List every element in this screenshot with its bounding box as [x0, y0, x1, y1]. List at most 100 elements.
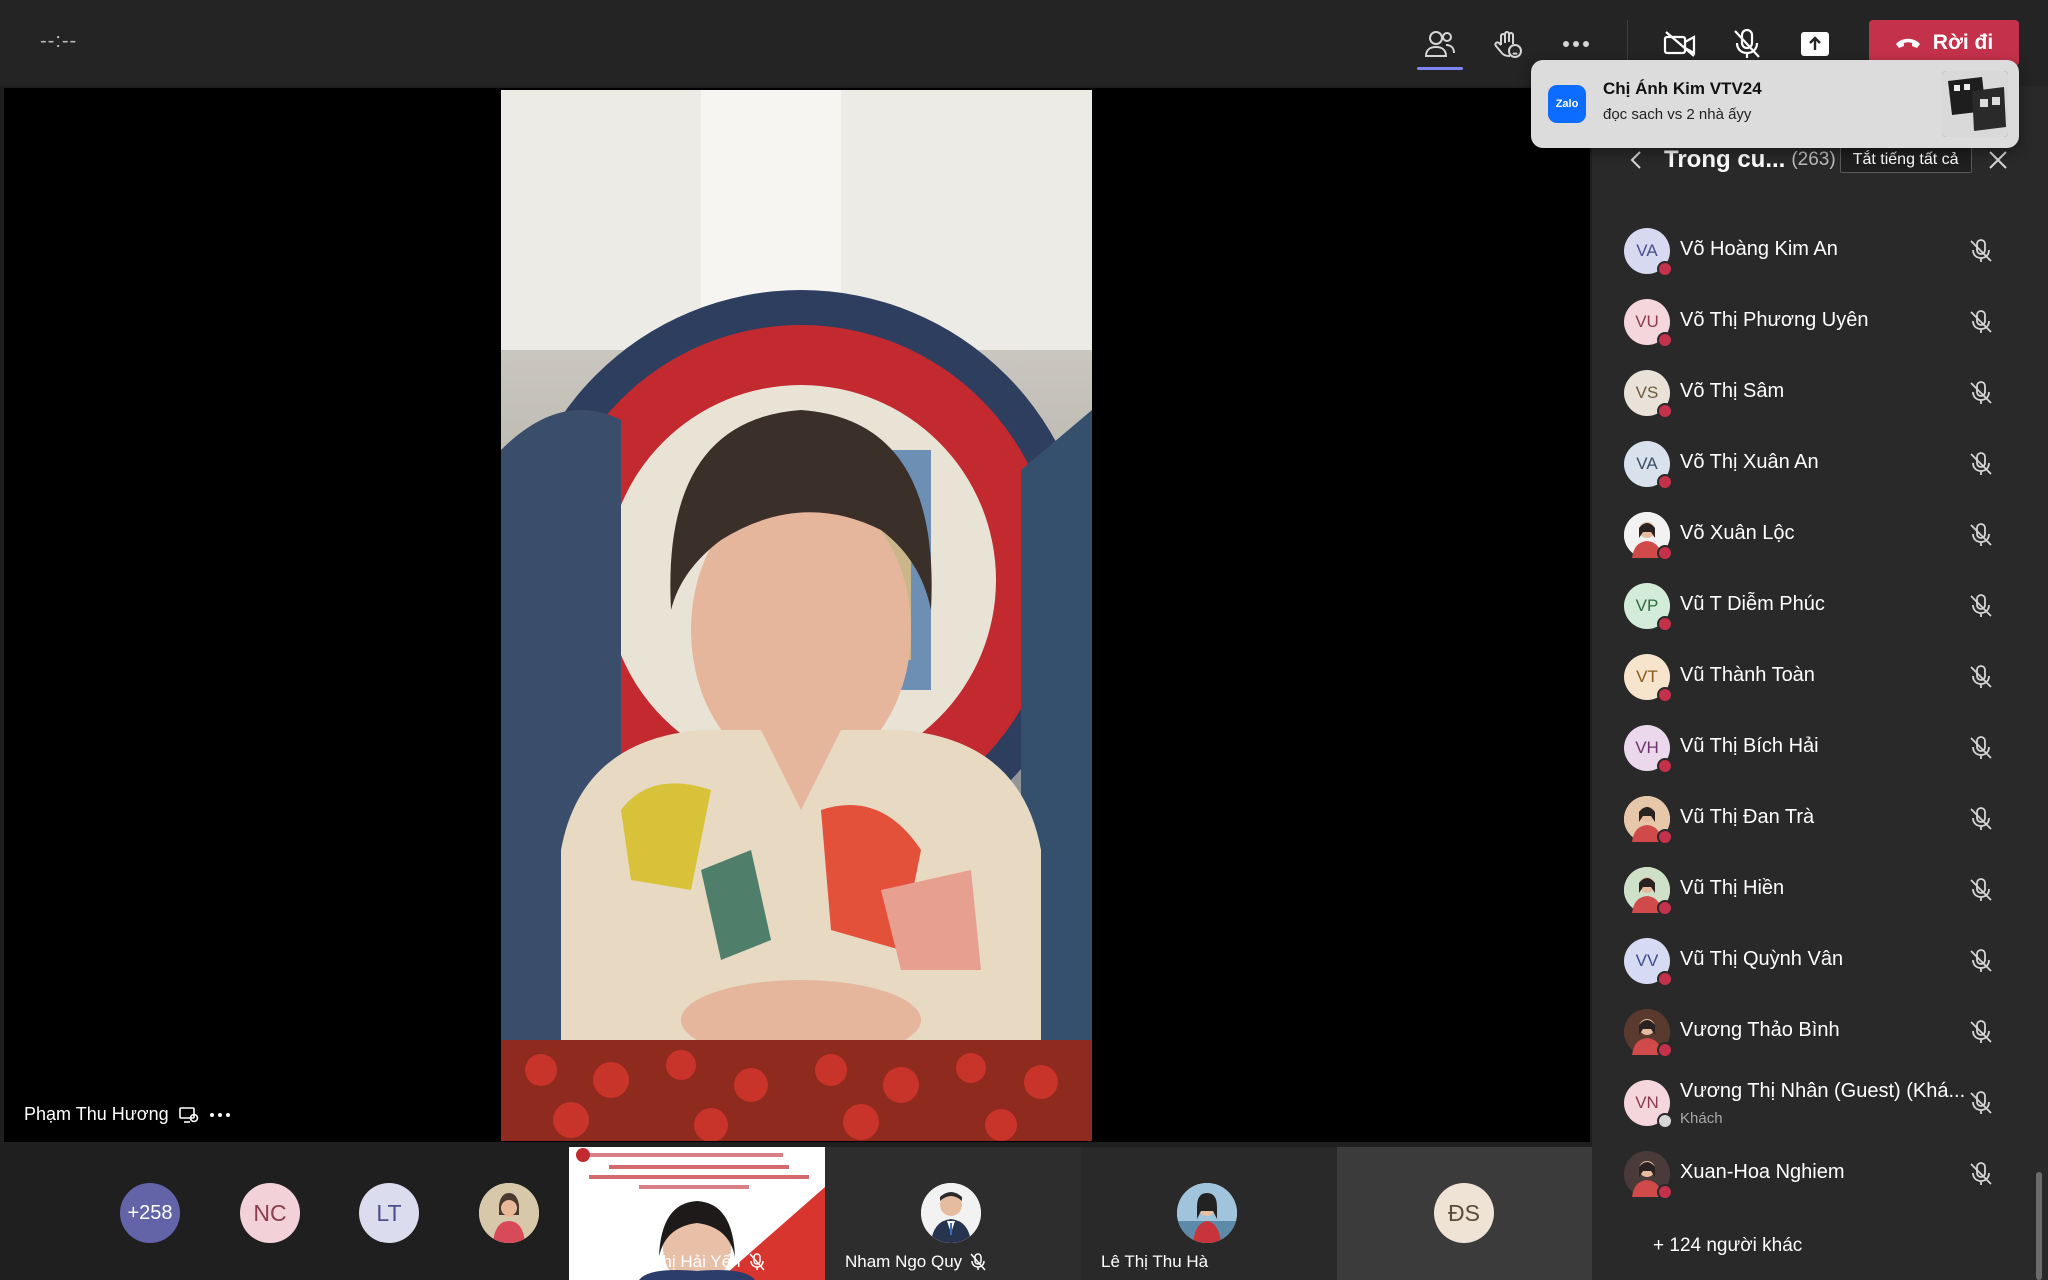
- avatar-nc[interactable]: NC: [240, 1183, 300, 1243]
- mic-off-icon[interactable]: [1968, 309, 1994, 335]
- participant-tile-4[interactable]: ĐS: [1337, 1147, 1592, 1280]
- leave-button-label: Rời đi: [1932, 31, 1994, 54]
- people-icon[interactable]: [1420, 24, 1460, 64]
- participant-row[interactable]: VV Vũ Thị Quỳnh Vân: [1624, 926, 2024, 997]
- participant-row[interactable]: Võ Xuân Lộc: [1624, 500, 2024, 571]
- overflow-participants-button[interactable]: +258: [120, 1183, 180, 1243]
- mic-off-icon[interactable]: [1968, 806, 1994, 832]
- participant-row[interactable]: Vũ Thị Đan Trà: [1624, 784, 2024, 855]
- more-options-icon[interactable]: [209, 1112, 231, 1118]
- mic-off-icon[interactable]: [1968, 238, 1994, 264]
- share-screen-icon[interactable]: [1795, 24, 1835, 64]
- presence-status-icon: [1657, 403, 1673, 419]
- presence-status-icon: [1657, 261, 1673, 277]
- presence-status-icon: [1657, 1184, 1673, 1200]
- raise-hand-icon[interactable]: [1488, 24, 1528, 64]
- toast-title: Chị Ánh Kim VTV24: [1603, 79, 1762, 98]
- mute-all-button[interactable]: Tắt tiếng tất cả: [1839, 147, 1972, 173]
- participant-row[interactable]: VT Vũ Thành Toàn: [1624, 642, 2024, 713]
- presence-status-icon: [1657, 332, 1673, 348]
- mic-off-icon[interactable]: [1968, 877, 1994, 903]
- avatar-lt[interactable]: LT: [359, 1183, 419, 1243]
- mic-off-icon[interactable]: [1968, 948, 1994, 974]
- participant-name: Xuan-Hoa Nghiem: [1680, 1161, 1845, 1183]
- more-people-link[interactable]: + 124 người khác: [1653, 1235, 1802, 1257]
- presence-status-icon: [1657, 687, 1673, 703]
- participant-name: Vũ T Diễm Phúc: [1680, 593, 1825, 615]
- participant-tile-2[interactable]: Nham Ngo Quy: [825, 1147, 1081, 1280]
- presence-status-icon: [1657, 829, 1673, 845]
- presence-status-icon: [1657, 474, 1673, 490]
- mic-off-icon[interactable]: [1968, 735, 1994, 761]
- participant-name: Võ Thị Phương Uyên: [1680, 309, 1869, 331]
- avatar-photo[interactable]: [479, 1183, 539, 1243]
- participant-row[interactable]: Vương Thảo Bình: [1624, 997, 2024, 1068]
- more-icon[interactable]: [1556, 24, 1596, 64]
- zalo-logo-icon: Zalo: [1548, 85, 1586, 123]
- participant-row[interactable]: VP Vũ T Diễm Phúc: [1624, 571, 2024, 642]
- participant-photo: [921, 1183, 981, 1243]
- tile-name: Nham Ngo Quy: [845, 1252, 986, 1272]
- participant-name: Võ Thị Xuân An: [1680, 451, 1819, 473]
- mic-off-icon[interactable]: [1968, 522, 1994, 548]
- participant-row[interactable]: VH Vũ Thị Bích Hải: [1624, 713, 2024, 784]
- phone-hangup-icon: [1895, 38, 1920, 48]
- tile-name: Lê Thị Thu Hà: [1101, 1252, 1208, 1272]
- back-chevron-icon[interactable]: [1630, 150, 1642, 170]
- mic-off-icon[interactable]: [1968, 1019, 1994, 1045]
- panel-scrollbar[interactable]: [2036, 1172, 2042, 1280]
- toast-thumbnail: [1942, 71, 2008, 137]
- participant-row[interactable]: Vũ Thị Hiền: [1624, 855, 2024, 926]
- presence-status-icon: [1657, 758, 1673, 774]
- participant-row[interactable]: VS Võ Thị Sâm: [1624, 358, 2024, 429]
- participant-name: Vũ Thị Bích Hải: [1680, 735, 1819, 757]
- participant-row[interactable]: VU Võ Thị Phương Uyên: [1624, 287, 2024, 358]
- participant-name: Võ Thị Sâm: [1680, 380, 1785, 402]
- participant-name: Nham Ngo Quy: [845, 1252, 963, 1271]
- participant-row[interactable]: VN Vương Thị Nhân (Guest) (Khá... Khách: [1624, 1068, 2024, 1139]
- presence-status-icon: [1657, 1113, 1673, 1129]
- camera-off-icon[interactable]: [1660, 24, 1700, 64]
- participant-count: (263): [1791, 149, 1836, 170]
- active-tab-indicator: [1417, 67, 1463, 70]
- mic-off-icon[interactable]: [1968, 380, 1994, 406]
- presence-status-icon: [1657, 900, 1673, 916]
- presence-status-icon: [1657, 616, 1673, 632]
- presence-status-icon: [1657, 971, 1673, 987]
- participant-role: Khách: [1680, 1110, 1723, 1127]
- presence-status-icon: [1657, 545, 1673, 561]
- mic-off-icon[interactable]: [1968, 1161, 1994, 1187]
- speaker-name: Phạm Thu Hương: [24, 1104, 169, 1124]
- participant-name: Vương Thị Nhân (Guest) (Khá...: [1680, 1080, 1966, 1102]
- screen-share-indicator-icon: [178, 1106, 198, 1123]
- participant-row[interactable]: Xuan-Hoa Nghiem: [1624, 1139, 2024, 1210]
- participant-row[interactable]: VA Võ Hoàng Kim An: [1624, 216, 2024, 287]
- mic-off-icon: [748, 1253, 765, 1271]
- participant-name: Vũ Thành Toàn: [1680, 664, 1815, 686]
- mic-off-icon[interactable]: [1968, 593, 1994, 619]
- mic-off-icon[interactable]: [1968, 451, 1994, 477]
- participant-name: Vũ Thị Đan Trà: [1680, 806, 1815, 828]
- participant-tile-3[interactable]: Lê Thị Thu Hà: [1081, 1147, 1337, 1280]
- participant-name: Võ Xuân Lộc: [1680, 522, 1795, 544]
- mic-off-icon[interactable]: [1968, 664, 1994, 690]
- meeting-timer: --:--: [40, 30, 78, 52]
- notification-toast[interactable]: Zalo Chị Ánh Kim VTV24 đọc sach vs 2 nhà…: [1531, 60, 2019, 148]
- participant-tile-1[interactable]: Nguyễn Thị Hải Yến: [569, 1147, 825, 1280]
- speaker-name-label: Phạm Thu Hương: [24, 1104, 231, 1125]
- panel-title: Trong cu...: [1664, 146, 1786, 173]
- avatar-ds: ĐS: [1434, 1183, 1494, 1243]
- speaker-video: [501, 90, 1092, 1141]
- participant-name: Nguyễn Thị Hải Yến: [589, 1252, 741, 1271]
- mic-off-icon: [970, 1253, 986, 1271]
- mic-off-icon[interactable]: [1727, 24, 1767, 64]
- participant-row[interactable]: VA Võ Thị Xuân An: [1624, 429, 2024, 500]
- participant-name: Võ Hoàng Kim An: [1680, 238, 1838, 260]
- mic-off-icon[interactable]: [1968, 1090, 1994, 1116]
- participant-name: Vũ Thị Hiền: [1680, 877, 1785, 899]
- participant-name: Vũ Thị Quỳnh Vân: [1680, 948, 1844, 970]
- toast-message: đọc sach vs 2 nhà ấyy: [1603, 106, 1752, 123]
- participant-name: Vương Thảo Bình: [1680, 1019, 1840, 1041]
- close-icon[interactable]: [1988, 150, 2008, 170]
- tile-name: Nguyễn Thị Hải Yến: [589, 1252, 765, 1272]
